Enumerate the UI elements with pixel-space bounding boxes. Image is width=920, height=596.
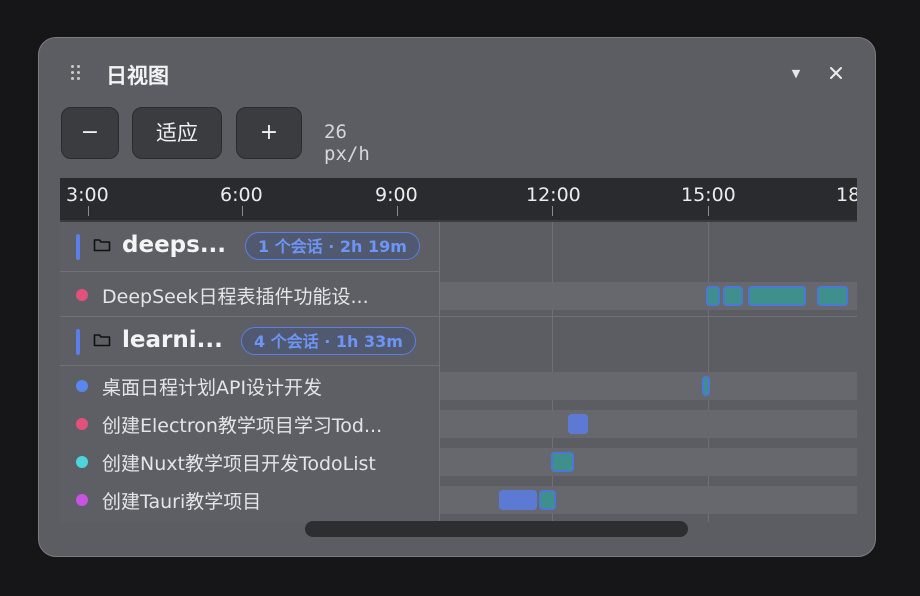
ruler-label-6: 6:00 — [220, 184, 263, 206]
project-name: learni... — [122, 327, 223, 353]
activity-segment[interactable] — [706, 286, 720, 306]
zoom-in-button[interactable]: + — [236, 107, 302, 159]
session-color-dot — [76, 380, 88, 392]
session-lane — [440, 448, 857, 476]
chevron-down-icon[interactable]: ▼ — [787, 64, 805, 84]
window-title: 日视图 — [106, 64, 169, 88]
ruler-tick — [552, 206, 553, 216]
zoom-level-readout: 26 px/h — [324, 121, 370, 165]
zoom-out-button[interactable]: − — [61, 107, 119, 159]
ruler-label-3: 3:00 — [66, 184, 109, 206]
ruler-label-15: 15:00 — [681, 184, 736, 206]
ruler-label-18: 18 — [836, 184, 857, 206]
session-row[interactable]: 创建Electron教学项目学习Tod... — [60, 405, 439, 443]
session-count-badge: 4 个会话 · 1h 33m — [241, 327, 416, 355]
project-color-bar — [76, 329, 80, 355]
session-lane — [440, 410, 857, 438]
project-row[interactable]: deeps... 1 个会话 · 2h 19m — [60, 222, 439, 272]
activity-segment[interactable] — [723, 286, 743, 306]
session-row[interactable]: 桌面日程计划API设计开发 — [60, 367, 439, 405]
session-label: 创建Tauri教学项目 — [102, 491, 262, 513]
close-icon[interactable] — [826, 62, 846, 84]
project-sidebar: deeps... 1 个会话 · 2h 19m DeepSeek日程表插件功能设… — [60, 222, 440, 522]
activity-segment[interactable] — [499, 490, 537, 510]
ruler-tick — [708, 206, 709, 216]
session-label: 创建Nuxt教学项目开发TodoList — [102, 453, 376, 475]
ruler-tick — [242, 206, 243, 216]
day-view-window: 日视图 ▼ − 适应 + 26 px/h 3:00 6:00 9:00 12:0… — [38, 37, 876, 557]
ruler-tick — [397, 206, 398, 216]
ruler-label-9: 9:00 — [375, 184, 418, 206]
timeline[interactable]: 3:00 6:00 9:00 12:00 15:00 18 — [60, 178, 857, 522]
folder-icon — [93, 239, 111, 252]
horizontal-scrollbar[interactable] — [305, 521, 688, 537]
session-color-dot — [76, 456, 88, 468]
folder-icon — [93, 334, 111, 347]
session-label: 创建Electron教学项目学习Tod... — [102, 415, 383, 437]
project-name: deeps... — [122, 232, 227, 258]
session-row[interactable]: 创建Tauri教学项目 — [60, 481, 439, 519]
fit-button[interactable]: 适应 — [132, 107, 222, 159]
session-count-badge: 1 个会话 · 2h 19m — [245, 232, 420, 260]
project-color-bar — [76, 234, 80, 260]
activity-segment[interactable] — [539, 490, 556, 510]
session-color-dot — [76, 289, 88, 301]
session-color-dot — [76, 494, 88, 506]
activity-segment[interactable] — [702, 376, 710, 396]
activity-segment[interactable] — [748, 286, 806, 306]
drag-handle-icon[interactable] — [69, 62, 83, 82]
ruler-label-12: 12:00 — [526, 184, 581, 206]
session-lane — [440, 372, 857, 400]
activity-segment[interactable] — [551, 452, 574, 472]
session-row[interactable]: DeepSeek日程表插件功能设... — [60, 276, 439, 314]
activity-segment[interactable] — [817, 286, 848, 306]
project-row[interactable]: learni... 4 个会话 · 1h 33m — [60, 316, 439, 366]
activity-segment[interactable] — [568, 414, 588, 434]
session-row[interactable]: 创建Nuxt教学项目开发TodoList — [60, 443, 439, 481]
titlebar[interactable]: 日视图 ▼ — [39, 38, 875, 114]
session-color-dot — [76, 418, 88, 430]
session-label: 桌面日程计划API设计开发 — [102, 377, 323, 399]
time-ruler: 3:00 6:00 9:00 12:00 15:00 18 — [60, 178, 857, 222]
ruler-tick — [88, 206, 89, 216]
session-label: DeepSeek日程表插件功能设... — [102, 286, 369, 308]
